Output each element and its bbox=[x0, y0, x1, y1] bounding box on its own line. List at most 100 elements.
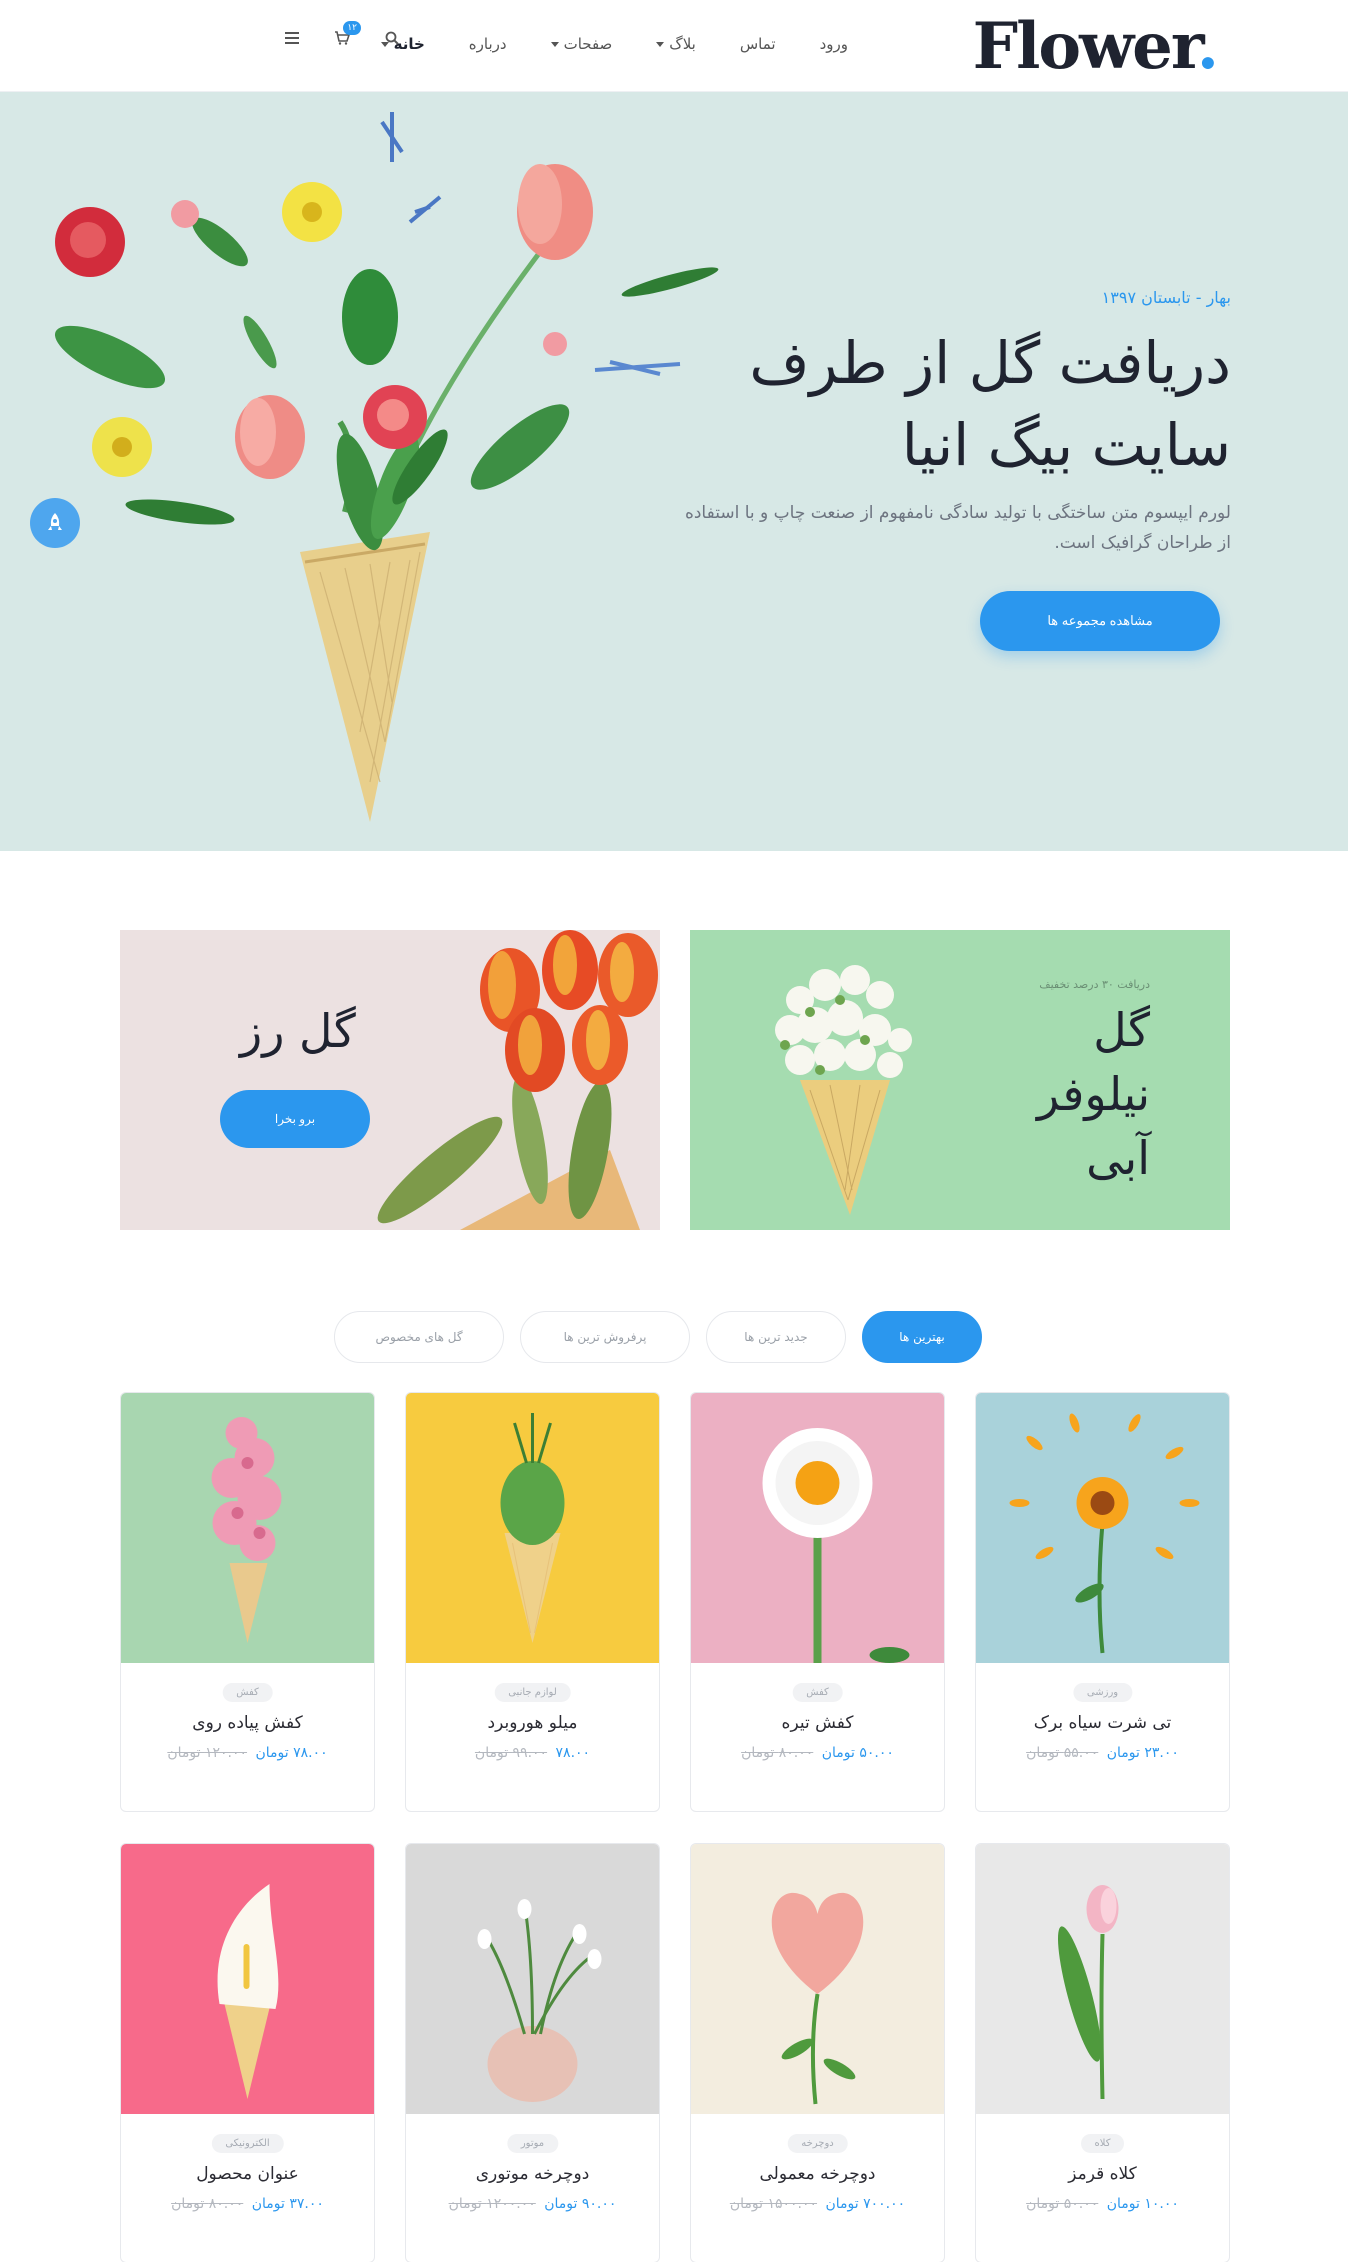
nav-item-about[interactable]: درباره bbox=[447, 30, 529, 58]
promo-banner-lotus[interactable]: دریافت ۳۰ درصد تخفیف گل نیلوفر آبی bbox=[690, 930, 1230, 1230]
product-image[interactable] bbox=[691, 1844, 944, 2114]
product-name[interactable]: کفش پیاده روی bbox=[121, 1713, 374, 1733]
product-name[interactable]: کفش تیره bbox=[691, 1713, 944, 1733]
tab-newest[interactable]: جدید ترین ها bbox=[706, 1311, 846, 1363]
product-current-price: ۹۰.۰۰ تومان bbox=[544, 2196, 617, 2212]
nav-label-pages: صفحات bbox=[563, 35, 613, 53]
product-card[interactable]: کفش کفش پیاده روی ۷۸.۰۰ تومان ۱۲۰.۰۰ تومان bbox=[120, 1392, 375, 1812]
product-price: ۹۰.۰۰ تومان ۱۲۰۰.۰۰ تومان bbox=[406, 2196, 659, 2212]
product-current-price: ۷۸.۰۰ bbox=[555, 1745, 591, 1761]
product-current-price: ۱۰.۰۰ تومان bbox=[1106, 2196, 1179, 2212]
product-image[interactable] bbox=[406, 1844, 659, 2114]
product-image[interactable] bbox=[121, 1393, 374, 1663]
shop-now-button[interactable]: برو بخرا bbox=[220, 1090, 370, 1148]
product-current-price: ۳۷.۰۰ تومان bbox=[251, 2196, 324, 2212]
promo-lotus-title: گل نیلوفر آبی bbox=[1036, 1003, 1150, 1185]
product-card[interactable]: لوازم جانبی میلو هوروبرد ۷۸.۰۰ ۹۹.۰۰ تومان bbox=[405, 1392, 660, 1812]
nav-item-login[interactable]: ورود bbox=[798, 30, 848, 58]
site-header: Flower. خانه درباره صفحات بلاگ تماس ورود… bbox=[0, 0, 1348, 92]
product-name[interactable]: تی شرت سیاه برک bbox=[976, 1713, 1229, 1733]
cart-button[interactable]: ۱۲ bbox=[330, 21, 361, 50]
rocket-icon bbox=[48, 513, 62, 530]
nav-item-blog[interactable]: بلاگ bbox=[634, 30, 718, 58]
product-image[interactable] bbox=[406, 1393, 659, 1663]
product-image[interactable] bbox=[691, 1393, 944, 1663]
product-price: ۳۷.۰۰ تومان ۸۰.۰۰ تومان bbox=[121, 2196, 374, 2212]
product-current-price: ۷۰۰.۰۰ تومان bbox=[825, 2196, 906, 2212]
nav-label-login: ورود bbox=[819, 35, 848, 53]
product-price: ۵۰.۰۰ تومان ۸۰.۰۰ تومان bbox=[691, 1745, 944, 1761]
product-price: ۷۰۰.۰۰ تومان ۱۵۰۰.۰۰ تومان bbox=[691, 2196, 944, 2212]
product-price: ۷۸.۰۰ تومان ۱۲۰.۰۰ تومان bbox=[121, 1745, 374, 1761]
product-name[interactable]: دوچرخه موتوری bbox=[406, 2164, 659, 2184]
chevron-down-icon bbox=[550, 41, 559, 47]
product-image[interactable] bbox=[121, 1844, 374, 2114]
product-old-price: ۵۰.۰۰ تومان bbox=[1026, 2196, 1099, 2212]
cart-count-badge: ۱۲ bbox=[343, 21, 361, 35]
product-old-price: ۱۲۰۰.۰۰ تومان bbox=[448, 2196, 536, 2212]
nav-label-about: درباره bbox=[468, 35, 507, 53]
product-current-price: ۷۸.۰۰ تومان bbox=[255, 1745, 328, 1761]
promo-lotus-eyebrow: دریافت ۳۰ درصد تخفیف bbox=[1039, 978, 1150, 991]
product-category-badge[interactable]: موتور bbox=[506, 2134, 559, 2153]
product-old-price: ۵۵.۰۰ تومان bbox=[1026, 1745, 1099, 1761]
product-category-badge[interactable]: دوچرخه bbox=[787, 2134, 848, 2153]
product-card[interactable]: کفش کفش تیره ۵۰.۰۰ تومان ۸۰.۰۰ تومان bbox=[690, 1392, 945, 1812]
product-name[interactable]: کلاه قرمز bbox=[976, 2164, 1229, 2184]
white-flower-cone-image bbox=[775, 965, 912, 1215]
chevron-down-icon bbox=[656, 41, 665, 47]
product-name[interactable]: میلو هوروبرد bbox=[406, 1713, 659, 1733]
hero-eyebrow: بهار - تابستان ۱۳۹۷ bbox=[1101, 288, 1231, 307]
product-price: ۲۳.۰۰ تومان ۵۵.۰۰ تومان bbox=[976, 1745, 1229, 1761]
product-current-price: ۲۳.۰۰ تومان bbox=[1106, 1745, 1179, 1761]
product-card[interactable]: دوچرخه دوچرخه معمولی ۷۰۰.۰۰ تومان ۱۵۰۰.۰۰ … bbox=[690, 1843, 945, 2262]
product-old-price: ۸۰.۰۰ تومان bbox=[741, 1745, 814, 1761]
product-category-badge[interactable]: کلاه bbox=[1080, 2134, 1125, 2153]
tab-bestselling[interactable]: پرفروش ترین ها bbox=[520, 1311, 690, 1363]
hamburger-icon bbox=[285, 32, 299, 44]
product-category-badge[interactable]: لوازم جانبی bbox=[494, 1683, 571, 1702]
product-old-price: ۸۰.۰۰ تومان bbox=[171, 2196, 244, 2212]
site-logo[interactable]: Flower. bbox=[973, 9, 1219, 84]
product-card[interactable]: کلاه کلاه قرمز ۱۰.۰۰ تومان ۵۰.۰۰ تومان bbox=[975, 1843, 1230, 2262]
product-current-price: ۵۰.۰۰ تومان bbox=[821, 1745, 894, 1761]
product-image[interactable] bbox=[976, 1844, 1229, 2114]
product-old-price: ۱۵۰۰.۰۰ تومان bbox=[729, 2196, 818, 2212]
logo-dot: . bbox=[1196, 9, 1219, 84]
header-icons: ۱۲ bbox=[280, 21, 404, 50]
search-button[interactable] bbox=[380, 26, 404, 50]
view-collections-button[interactable]: مشاهده مجموعه ها bbox=[980, 591, 1220, 651]
nav-label-contact: تماس bbox=[739, 35, 776, 53]
product-category-badge[interactable]: کفش bbox=[222, 1683, 273, 1702]
product-price: ۱۰.۰۰ تومان ۵۰.۰۰ تومان bbox=[976, 2196, 1229, 2212]
nav-label-blog: بلاگ bbox=[669, 35, 696, 53]
product-card[interactable]: الکترونیکی عنوان محصول ۳۷.۰۰ تومان ۸۰.۰۰ ت… bbox=[120, 1843, 375, 2262]
hero-section: بهار - تابستان ۱۳۹۷ دریافت گل از طرف سای… bbox=[0, 92, 1348, 851]
promo-rose-title: گل رز bbox=[240, 1004, 356, 1058]
product-card[interactable]: ورزشی تی شرت سیاه برک ۲۳.۰۰ تومان ۵۵.۰۰ تو… bbox=[975, 1392, 1230, 1812]
product-category-badge[interactable]: کفش bbox=[792, 1683, 843, 1702]
hero-title-line1: دریافت گل از طرف bbox=[749, 329, 1231, 397]
product-card[interactable]: موتور دوچرخه موتوری ۹۰.۰۰ تومان ۱۲۰۰.۰۰ تو… bbox=[405, 1843, 660, 2262]
nav-item-pages[interactable]: صفحات bbox=[529, 30, 635, 58]
tab-best[interactable]: بهترین ها bbox=[862, 1311, 982, 1363]
hero-description: لورم ایپسوم متن ساختگی با تولید سادگی نا… bbox=[684, 503, 1231, 553]
promo-banner-rose[interactable]: گل رز برو بخرا bbox=[120, 930, 660, 1230]
product-old-price: ۹۹.۰۰ تومان bbox=[474, 1745, 548, 1761]
product-name[interactable]: دوچرخه معمولی bbox=[691, 2164, 944, 2184]
product-old-price: ۱۲۰.۰۰ تومان bbox=[167, 1745, 248, 1761]
tab-special[interactable]: گل های مخصوص bbox=[334, 1311, 504, 1363]
product-category-badge[interactable]: ورزشی bbox=[1072, 1683, 1133, 1702]
product-category-badge[interactable]: الکترونیکی bbox=[211, 2134, 284, 2153]
nav-item-contact[interactable]: تماس bbox=[718, 30, 798, 58]
tulip-bouquet-image bbox=[377, 930, 658, 1230]
hero-title: دریافت گل از طرف سایت بیگ انیا bbox=[611, 322, 1231, 486]
search-icon bbox=[385, 31, 399, 45]
product-tabs: بهترین ها جدید ترین ها پرفروش ترین ها گل… bbox=[334, 1311, 982, 1363]
product-price: ۷۸.۰۰ ۹۹.۰۰ تومان bbox=[406, 1745, 659, 1761]
main-nav: خانه درباره صفحات بلاگ تماس ورود bbox=[359, 30, 848, 58]
menu-button[interactable] bbox=[280, 26, 304, 50]
product-name[interactable]: عنوان محصول bbox=[121, 2164, 374, 2184]
product-image[interactable] bbox=[976, 1393, 1229, 1663]
scroll-top-button[interactable] bbox=[30, 498, 80, 548]
